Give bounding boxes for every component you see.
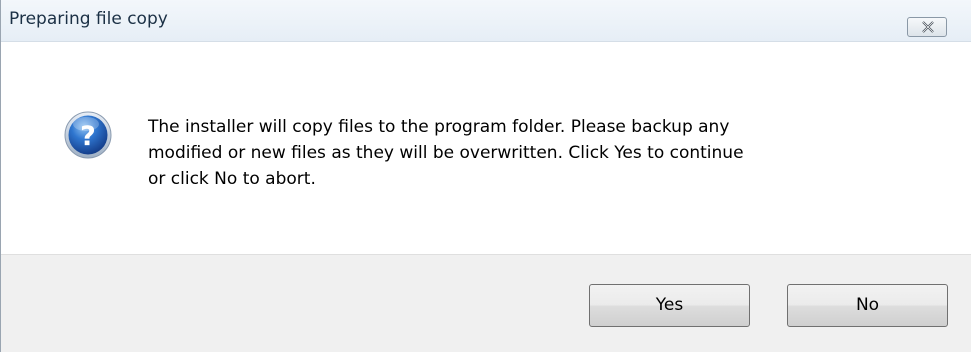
button-bar: Yes No xyxy=(1,254,971,352)
message-line: The installer will copy files to the pro… xyxy=(148,117,730,137)
dialog-content: ? The installer will copy files to the p… xyxy=(1,42,971,254)
yes-button[interactable]: Yes xyxy=(589,284,750,327)
window-title: Preparing file copy xyxy=(9,9,168,29)
title-bar[interactable]: Preparing file copy xyxy=(1,0,971,42)
close-icon xyxy=(922,21,934,33)
question-icon: ? xyxy=(64,111,112,159)
svg-text:?: ? xyxy=(80,121,96,152)
no-button[interactable]: No xyxy=(787,284,948,327)
close-button[interactable] xyxy=(907,17,947,37)
dialog-message: The installer will copy files to the pro… xyxy=(148,114,918,192)
dialog-window: Preparing file copy ? The installer will… xyxy=(0,0,971,352)
message-line: or click No to abort. xyxy=(148,169,316,189)
message-line: modified or new files as they will be ov… xyxy=(148,143,744,163)
